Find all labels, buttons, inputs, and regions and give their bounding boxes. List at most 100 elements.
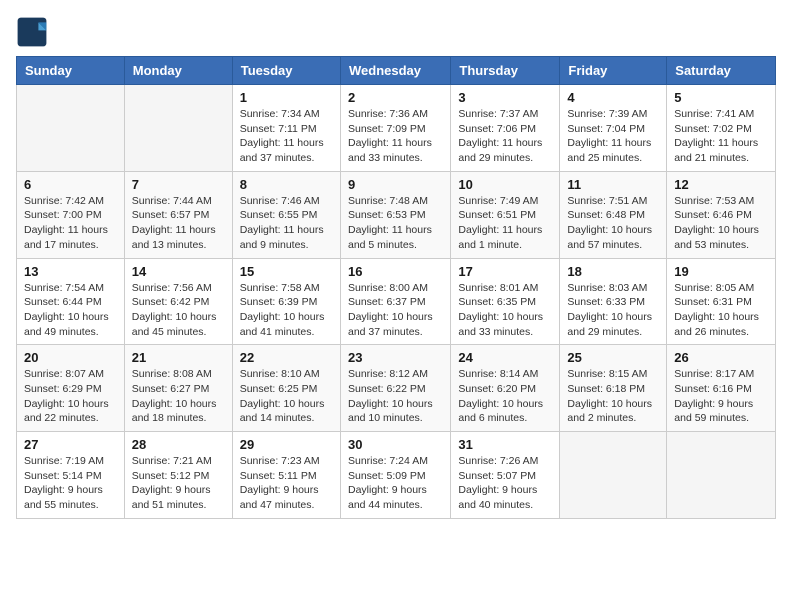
calendar-cell: 3 Sunrise: 7:37 AM Sunset: 7:06 PM Daylig… [451, 85, 560, 172]
weekday-header: Sunday [17, 57, 125, 85]
day-number: 2 [348, 90, 443, 105]
day-info: Sunrise: 7:46 AM Sunset: 6:55 PM Dayligh… [240, 194, 333, 253]
day-number: 26 [674, 350, 768, 365]
calendar-cell: 11 Sunrise: 7:51 AM Sunset: 6:48 PM Dayli… [560, 171, 667, 258]
day-info: Sunrise: 7:58 AM Sunset: 6:39 PM Dayligh… [240, 281, 333, 340]
calendar-cell: 23 Sunrise: 8:12 AM Sunset: 6:22 PM Dayli… [340, 345, 450, 432]
day-number: 24 [458, 350, 552, 365]
logo [16, 16, 52, 48]
day-info: Sunrise: 7:19 AM Sunset: 5:14 PM Dayligh… [24, 454, 117, 513]
calendar-cell: 7 Sunrise: 7:44 AM Sunset: 6:57 PM Daylig… [124, 171, 232, 258]
day-number: 11 [567, 177, 659, 192]
calendar-cell: 9 Sunrise: 7:48 AM Sunset: 6:53 PM Daylig… [340, 171, 450, 258]
day-number: 16 [348, 264, 443, 279]
day-number: 4 [567, 90, 659, 105]
day-info: Sunrise: 7:39 AM Sunset: 7:04 PM Dayligh… [567, 107, 659, 166]
day-number: 5 [674, 90, 768, 105]
calendar-cell: 26 Sunrise: 8:17 AM Sunset: 6:16 PM Dayli… [667, 345, 776, 432]
calendar-cell: 30 Sunrise: 7:24 AM Sunset: 5:09 PM Dayli… [340, 432, 450, 519]
day-number: 28 [132, 437, 225, 452]
day-info: Sunrise: 7:48 AM Sunset: 6:53 PM Dayligh… [348, 194, 443, 253]
day-number: 8 [240, 177, 333, 192]
calendar-cell: 2 Sunrise: 7:36 AM Sunset: 7:09 PM Daylig… [340, 85, 450, 172]
weekday-header: Friday [560, 57, 667, 85]
calendar-cell [560, 432, 667, 519]
calendar-week-row: 13Sunrise: 7:54 AM Sunset: 6:44 PM Dayli… [17, 258, 776, 345]
day-info: Sunrise: 7:36 AM Sunset: 7:09 PM Dayligh… [348, 107, 443, 166]
calendar-cell: 6Sunrise: 7:42 AM Sunset: 7:00 PM Daylig… [17, 171, 125, 258]
day-info: Sunrise: 8:10 AM Sunset: 6:25 PM Dayligh… [240, 367, 333, 426]
weekday-header: Tuesday [232, 57, 340, 85]
calendar-cell: 13Sunrise: 7:54 AM Sunset: 6:44 PM Dayli… [17, 258, 125, 345]
calendar-cell: 31 Sunrise: 7:26 AM Sunset: 5:07 PM Dayli… [451, 432, 560, 519]
day-info: Sunrise: 7:37 AM Sunset: 7:06 PM Dayligh… [458, 107, 552, 166]
calendar-week-row: 1 Sunrise: 7:34 AM Sunset: 7:11 PM Daylig… [17, 85, 776, 172]
calendar-cell: 8 Sunrise: 7:46 AM Sunset: 6:55 PM Daylig… [232, 171, 340, 258]
day-number: 1 [240, 90, 333, 105]
day-info: Sunrise: 7:21 AM Sunset: 5:12 PM Dayligh… [132, 454, 225, 513]
day-info: Sunrise: 7:49 AM Sunset: 6:51 PM Dayligh… [458, 194, 552, 253]
day-number: 9 [348, 177, 443, 192]
day-info: Sunrise: 7:54 AM Sunset: 6:44 PM Dayligh… [24, 281, 117, 340]
day-number: 12 [674, 177, 768, 192]
day-info: Sunrise: 8:05 AM Sunset: 6:31 PM Dayligh… [674, 281, 768, 340]
day-info: Sunrise: 8:14 AM Sunset: 6:20 PM Dayligh… [458, 367, 552, 426]
calendar-header-row: SundayMondayTuesdayWednesdayThursdayFrid… [17, 57, 776, 85]
calendar-cell: 18Sunrise: 8:03 AM Sunset: 6:33 PM Dayli… [560, 258, 667, 345]
day-info: Sunrise: 8:00 AM Sunset: 6:37 PM Dayligh… [348, 281, 443, 340]
weekday-header: Monday [124, 57, 232, 85]
day-info: Sunrise: 8:15 AM Sunset: 6:18 PM Dayligh… [567, 367, 659, 426]
day-info: Sunrise: 8:07 AM Sunset: 6:29 PM Dayligh… [24, 367, 117, 426]
day-info: Sunrise: 7:51 AM Sunset: 6:48 PM Dayligh… [567, 194, 659, 253]
day-info: Sunrise: 7:42 AM Sunset: 7:00 PM Dayligh… [24, 194, 117, 253]
page-header [16, 16, 776, 48]
calendar-cell: 28 Sunrise: 7:21 AM Sunset: 5:12 PM Dayli… [124, 432, 232, 519]
calendar-cell [124, 85, 232, 172]
day-info: Sunrise: 7:41 AM Sunset: 7:02 PM Dayligh… [674, 107, 768, 166]
day-number: 23 [348, 350, 443, 365]
calendar-week-row: 20 Sunrise: 8:07 AM Sunset: 6:29 PM Dayli… [17, 345, 776, 432]
day-number: 19 [674, 264, 768, 279]
day-info: Sunrise: 7:24 AM Sunset: 5:09 PM Dayligh… [348, 454, 443, 513]
weekday-header: Wednesday [340, 57, 450, 85]
day-number: 21 [132, 350, 225, 365]
day-info: Sunrise: 8:12 AM Sunset: 6:22 PM Dayligh… [348, 367, 443, 426]
day-number: 25 [567, 350, 659, 365]
day-number: 31 [458, 437, 552, 452]
day-info: Sunrise: 7:53 AM Sunset: 6:46 PM Dayligh… [674, 194, 768, 253]
day-number: 29 [240, 437, 333, 452]
day-info: Sunrise: 8:08 AM Sunset: 6:27 PM Dayligh… [132, 367, 225, 426]
day-number: 3 [458, 90, 552, 105]
day-number: 18 [567, 264, 659, 279]
calendar-cell: 1 Sunrise: 7:34 AM Sunset: 7:11 PM Daylig… [232, 85, 340, 172]
day-number: 27 [24, 437, 117, 452]
day-number: 20 [24, 350, 117, 365]
day-number: 30 [348, 437, 443, 452]
day-number: 15 [240, 264, 333, 279]
calendar-cell: 21 Sunrise: 8:08 AM Sunset: 6:27 PM Dayli… [124, 345, 232, 432]
calendar-cell: 17 Sunrise: 8:01 AM Sunset: 6:35 PM Dayli… [451, 258, 560, 345]
calendar-cell: 5 Sunrise: 7:41 AM Sunset: 7:02 PM Daylig… [667, 85, 776, 172]
day-info: Sunrise: 7:26 AM Sunset: 5:07 PM Dayligh… [458, 454, 552, 513]
day-info: Sunrise: 8:17 AM Sunset: 6:16 PM Dayligh… [674, 367, 768, 426]
calendar-cell: 27 Sunrise: 7:19 AM Sunset: 5:14 PM Dayli… [17, 432, 125, 519]
day-info: Sunrise: 7:56 AM Sunset: 6:42 PM Dayligh… [132, 281, 225, 340]
day-number: 10 [458, 177, 552, 192]
day-number: 22 [240, 350, 333, 365]
day-number: 7 [132, 177, 225, 192]
calendar-cell: 15 Sunrise: 7:58 AM Sunset: 6:39 PM Dayli… [232, 258, 340, 345]
calendar-cell: 24 Sunrise: 8:14 AM Sunset: 6:20 PM Dayli… [451, 345, 560, 432]
calendar-cell: 19 Sunrise: 8:05 AM Sunset: 6:31 PM Dayli… [667, 258, 776, 345]
calendar-cell: 12 Sunrise: 7:53 AM Sunset: 6:46 PM Dayli… [667, 171, 776, 258]
calendar-cell: 4 Sunrise: 7:39 AM Sunset: 7:04 PM Daylig… [560, 85, 667, 172]
calendar-cell: 14Sunrise: 7:56 AM Sunset: 6:42 PM Dayli… [124, 258, 232, 345]
weekday-header: Saturday [667, 57, 776, 85]
day-number: 17 [458, 264, 552, 279]
calendar-cell: 22 Sunrise: 8:10 AM Sunset: 6:25 PM Dayli… [232, 345, 340, 432]
logo-icon [16, 16, 48, 48]
calendar-week-row: 27 Sunrise: 7:19 AM Sunset: 5:14 PM Dayli… [17, 432, 776, 519]
day-info: Sunrise: 7:34 AM Sunset: 7:11 PM Dayligh… [240, 107, 333, 166]
day-info: Sunrise: 7:44 AM Sunset: 6:57 PM Dayligh… [132, 194, 225, 253]
calendar-week-row: 6Sunrise: 7:42 AM Sunset: 7:00 PM Daylig… [17, 171, 776, 258]
day-info: Sunrise: 8:01 AM Sunset: 6:35 PM Dayligh… [458, 281, 552, 340]
